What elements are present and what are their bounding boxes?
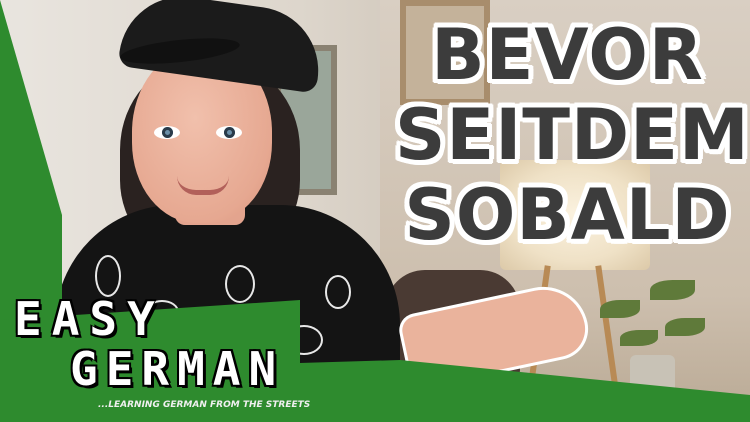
thumbnail-scene: BEVOR SEITDEM SOBALD EASY GERMAN ...LEAR… xyxy=(0,0,750,422)
title-line: SOBALD xyxy=(404,174,731,256)
logo-word-german: GERMAN xyxy=(70,342,285,396)
logo-tagline: ...LEARNING GERMAN FROM THE STREETS xyxy=(98,400,311,410)
logo-word-easy: EASY xyxy=(14,292,165,346)
easy-german-logo: EASY GERMAN ...LEARNING GERMAN FROM THE … xyxy=(8,292,310,416)
title-line: SEITDEM xyxy=(395,94,750,176)
title-line: BEVOR xyxy=(431,14,704,96)
thumbnail-title: BEVOR SEITDEM SOBALD xyxy=(395,14,750,256)
